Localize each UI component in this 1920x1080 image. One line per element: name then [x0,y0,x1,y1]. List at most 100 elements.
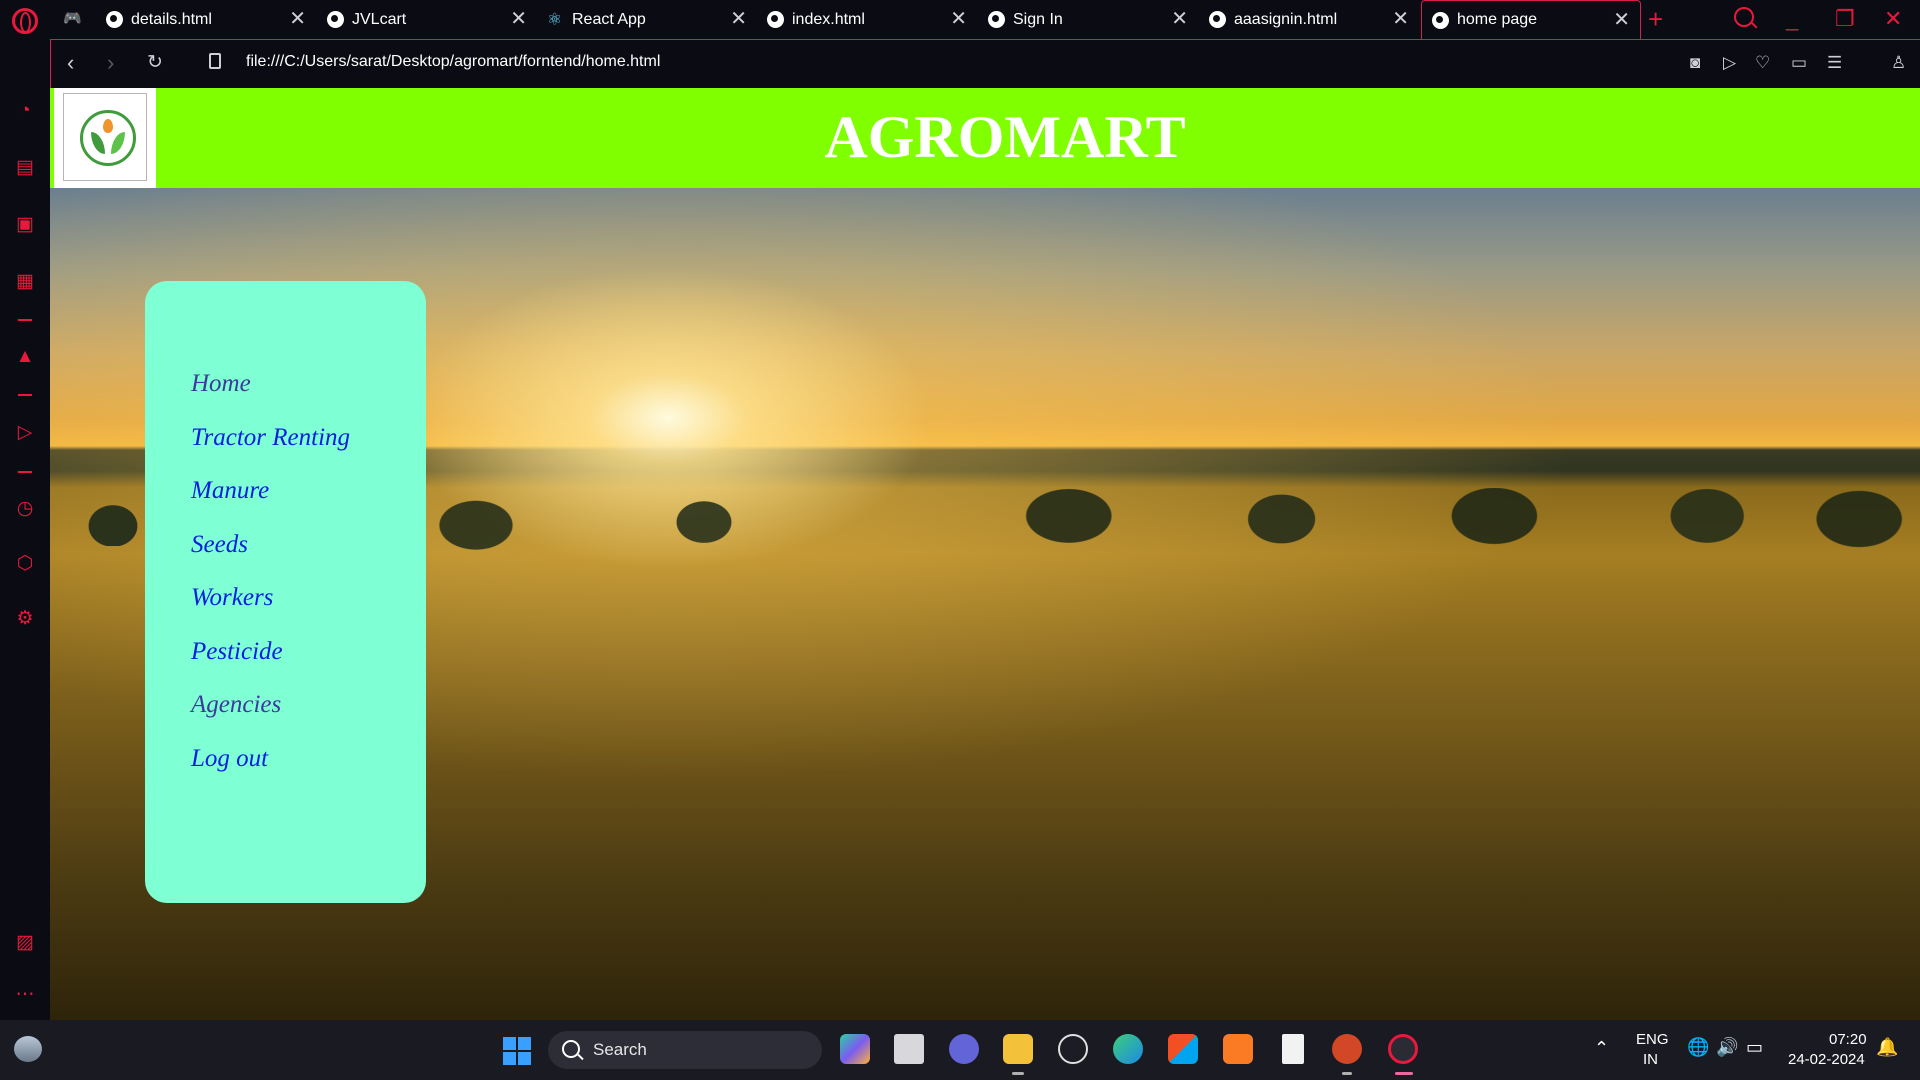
speed-dial-icon[interactable]: ◔ [14,100,36,122]
menu-link-workers[interactable]: Workers [191,583,273,613]
tab-title: Sign In [1013,10,1063,28]
globe-icon [767,11,784,28]
twitch-icon[interactable]: ▣ [14,214,36,236]
heart-icon[interactable]: ♡ [1755,52,1770,74]
tab-title: aaasignin.html [1234,10,1338,28]
close-window-icon[interactable]: ✕ [1884,6,1902,32]
briefcase-icon[interactable]: ▤ [14,157,36,179]
globe-icon [988,11,1005,28]
store-icon[interactable] [1168,1034,1198,1064]
search-label: Search [593,1040,647,1059]
treeline [400,488,1920,550]
edge-icon[interactable] [1113,1034,1143,1064]
tab-title: JVLcart [352,10,407,28]
tab-aaasignin[interactable]: aaasignin.html ✕ [1209,0,1409,39]
history-icon[interactable]: ◷ [14,498,36,520]
dell-icon[interactable] [1058,1034,1088,1064]
player-icon[interactable]: ▷ [14,422,36,444]
menu-link-tractor-renting[interactable]: Tractor Renting [191,423,350,453]
xampp-icon[interactable] [1223,1034,1253,1064]
close-icon[interactable]: ✕ [289,8,306,30]
language-label[interactable]: ENG [1636,1031,1669,1048]
close-icon[interactable]: ✕ [1171,8,1188,30]
copilot-icon[interactable] [840,1034,870,1064]
menu-link-manure[interactable]: Manure [191,476,269,506]
close-icon[interactable]: ✕ [510,8,527,30]
easy-setup-icon[interactable]: ☰ [1827,52,1842,74]
powerpoint-icon[interactable] [1332,1034,1362,1064]
volume-icon[interactable]: 🔊 [1716,1037,1738,1058]
search-tabs-icon[interactable] [1734,7,1754,27]
extensions-cube-icon[interactable]: ⬡ [14,553,36,575]
opera-taskbar-icon[interactable] [1388,1034,1418,1064]
weather-icon[interactable] [14,1036,42,1062]
minimize-icon[interactable]: _ [1786,6,1798,32]
new-tab-button[interactable]: + [1648,4,1663,34]
sidebar-divider [18,319,32,321]
web-page: AGROMART Home Tractor Renting Manure See… [50,88,1920,1020]
send-icon[interactable]: ▷ [1723,52,1736,74]
notepad-icon[interactable] [1282,1034,1304,1064]
tab-bar: 🎮 details.html ✕ JVLcart ✕ ⚛ React App ✕… [0,0,1920,39]
forward-icon[interactable]: › [107,50,114,76]
reload-icon[interactable]: ↻ [147,50,163,76]
tab-home-page[interactable]: home page ✕ [1421,0,1641,39]
network-icon[interactable]: 🌐 [1687,1037,1709,1058]
tab-sign-in[interactable]: Sign In ✕ [988,0,1188,39]
tab-title: details.html [131,10,212,28]
tab-react-app[interactable]: ⚛ React App ✕ [547,0,747,39]
tab-title: React App [572,10,646,28]
battery-saver-icon[interactable]: ▭ [1791,52,1807,74]
windows-start-icon[interactable] [503,1037,531,1065]
search-icon [562,1040,580,1058]
wallpaper-icon[interactable]: ▨ [14,932,36,954]
url-field[interactable]: file:///C:/Users/sarat/Desktop/agromart/… [246,53,660,71]
region-label[interactable]: IN [1643,1051,1658,1068]
close-icon[interactable]: ✕ [730,8,747,30]
active-indicator [1395,1072,1413,1075]
settings-gear-icon[interactable]: ⚙ [14,608,36,630]
profile-icon[interactable]: ♙ [1891,52,1906,74]
globe-icon [1209,11,1226,28]
windows-taskbar: Search ⌃ ENG IN 🌐 🔊 ▭ 07:20 24-02-2024 🔔 [0,1020,1920,1080]
site-title: AGROMART [824,104,1186,170]
address-bar: ‹ › ↻ file:///C:/Users/sarat/Desktop/agr… [50,39,1920,88]
task-view-icon[interactable] [894,1034,924,1064]
back-icon[interactable]: ‹ [67,50,74,76]
snapshot-camera-icon[interactable]: ◙ [1690,52,1700,74]
tab-title: index.html [792,10,865,28]
running-indicator [1012,1072,1024,1075]
globe-icon [1432,11,1449,29]
notification-bell-icon[interactable]: 🔔 [1876,1037,1898,1058]
close-icon[interactable]: ✕ [1392,8,1409,30]
tab-title: home page [1457,11,1538,28]
clock-time[interactable]: 07:20 [1829,1031,1867,1048]
menu-link-home[interactable]: Home [191,369,251,399]
more-dots-icon[interactable]: ⋯ [14,984,36,1006]
clock-date[interactable]: 24-02-2024 [1788,1051,1865,1068]
menu-link-agencies[interactable]: Agencies [191,690,281,720]
globe-icon [106,11,123,28]
opera-logo-icon[interactable] [12,8,38,34]
battery-icon[interactable]: ▭ [1746,1037,1763,1058]
close-icon[interactable]: ✕ [1613,9,1630,31]
menu-link-seeds[interactable]: Seeds [191,530,248,560]
file-explorer-icon[interactable] [1003,1034,1033,1064]
file-icon [209,53,221,69]
tab-details[interactable]: details.html ✕ [106,0,306,39]
menu-link-log-out[interactable]: Log out [191,744,268,774]
react-icon: ⚛ [547,10,563,29]
chevron-up-icon[interactable]: ⌃ [1594,1038,1609,1059]
teams-icon[interactable] [949,1034,979,1064]
tab-index[interactable]: index.html ✕ [767,0,967,39]
tab-jvlcart[interactable]: JVLcart ✕ [327,0,527,39]
gamepad-icon[interactable]: 🎮 [63,10,83,28]
aria-icon[interactable]: ▲ [14,346,36,368]
taskbar-search[interactable]: Search [548,1031,822,1069]
sidebar-divider [18,471,32,473]
menu-link-pesticide[interactable]: Pesticide [191,637,283,667]
restore-icon[interactable]: ❐ [1835,6,1855,32]
cpu-icon[interactable]: ▦ [14,271,36,293]
globe-icon [327,11,344,28]
close-icon[interactable]: ✕ [950,8,967,30]
